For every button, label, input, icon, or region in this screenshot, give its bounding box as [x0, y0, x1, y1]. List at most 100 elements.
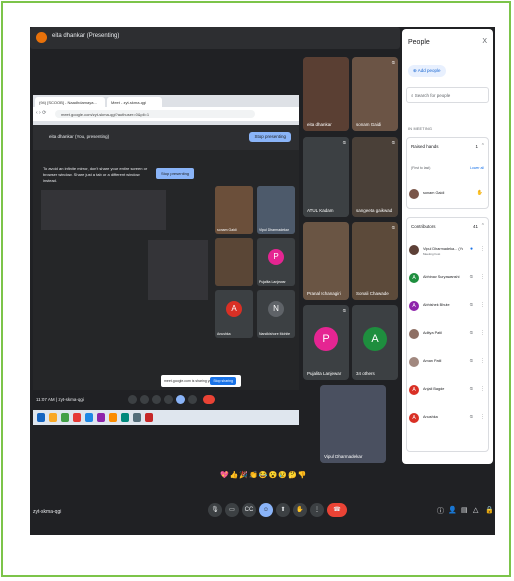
browser-tab-2[interactable]: Meet - zyt-skma-qgi	[107, 97, 162, 107]
inner-tile	[215, 238, 253, 286]
captions-icon[interactable]: CC	[242, 503, 256, 517]
mic-off-icon: ⦸	[469, 386, 473, 392]
inner-end-call-icon	[203, 395, 215, 404]
inner-tile: N Nandkishore Mohite	[257, 290, 295, 338]
more-options-icon[interactable]: ⋮	[480, 246, 485, 252]
chevron-up-icon[interactable]: ⌃	[481, 143, 485, 149]
presenter-bar: eita dhankar (Presenting)	[30, 27, 400, 49]
self-video-tile[interactable]: Vipul Dharmadekar	[320, 385, 386, 463]
inner-tile: A Anushka	[215, 290, 253, 338]
audio-icon: ●	[469, 246, 473, 252]
mic-off-icon: ⦸	[469, 358, 473, 364]
close-icon[interactable]: X	[482, 38, 487, 45]
participant-row[interactable]: Aman Patil ⦸ ⋮	[409, 356, 489, 370]
meeting-code: zyt-skma-qgi	[33, 509, 62, 515]
inner-emoji-icon	[164, 395, 173, 404]
mirror-ghost	[148, 240, 208, 300]
avatar	[409, 245, 419, 255]
inner-tile: P Pujalita Lanjewar	[257, 238, 295, 286]
lower-all-link[interactable]: Lower all	[470, 166, 484, 170]
mic-off-icon: ⦸	[391, 60, 395, 66]
more-options-icon[interactable]: ⋮	[480, 330, 485, 336]
more-options-icon[interactable]: ⋮	[480, 386, 485, 392]
participant-row[interactable]: Vipul Dharmadeka... (You) Meeting host ●…	[409, 244, 489, 258]
presenter-avatar	[36, 32, 47, 43]
hand-icon[interactable]: ✋	[477, 190, 483, 196]
raised-hands-group: Raised hands 1 ⌃ (First to last) Lower a…	[406, 137, 489, 209]
more-options-icon[interactable]: ⋮	[480, 302, 485, 308]
emoji-icon[interactable]: ☺	[259, 503, 273, 517]
mic-off-icon: ⦸	[391, 140, 395, 146]
chat-icon[interactable]: ▤	[461, 506, 468, 514]
shared-browser: (94) [SCOOB] - Naadhdamaya... Meet - zyt…	[33, 95, 299, 150]
contributors-label: Contributors	[411, 224, 436, 229]
more-options-icon[interactable]: ⋮	[480, 414, 485, 420]
activities-icon[interactable]: △	[473, 506, 478, 514]
more-options-icon[interactable]: ⋮	[480, 358, 485, 364]
video-tile[interactable]: ⦸ ATUL Kadam	[303, 137, 349, 217]
stop-presenting-button-2[interactable]: Stop presenting	[156, 168, 195, 179]
chevron-up-icon[interactable]: ⌃	[481, 223, 485, 229]
add-people-button[interactable]: ⊕ Add people	[408, 65, 446, 77]
mic-off-icon: ⦸	[342, 308, 346, 314]
google-meet-window: eita dhankar (Presenting) (94) [SCOOB] -…	[30, 27, 495, 535]
people-icon[interactable]: 👤	[448, 506, 457, 514]
raised-hand-row[interactable]: sonam Gaidi ✋	[409, 188, 489, 202]
video-tile[interactable]: ⦸ sonam Gaidi	[352, 57, 398, 131]
raised-hands-label: Raised hands	[411, 144, 439, 149]
end-call-icon[interactable]: ☎	[327, 503, 347, 517]
mirror-ghost	[41, 190, 166, 230]
raised-hands-count: 1	[475, 144, 478, 149]
lock-icon[interactable]: 🔒	[485, 506, 494, 514]
mic-off-icon: ⦸	[391, 225, 395, 231]
app-icon	[85, 413, 93, 422]
raise-hand-icon[interactable]: ✋	[293, 503, 307, 517]
app-icon	[145, 413, 153, 422]
more-options-icon[interactable]: ⋮	[310, 503, 324, 517]
video-tile[interactable]: ⦸ sangeeta gaikwad	[352, 137, 398, 217]
participant-row[interactable]: Aditya Patil ⦸ ⋮	[409, 328, 489, 342]
app-icon	[97, 413, 105, 422]
mirror-warning: To avoid an infinite mirror, don't share…	[43, 166, 148, 183]
mic-off-icon: ⦸	[469, 302, 473, 308]
video-tile[interactable]: eita dhankar	[303, 57, 349, 131]
stop-presenting-button[interactable]: Stop presenting	[249, 132, 291, 142]
inner-camera-icon	[140, 395, 149, 404]
avatar: A	[409, 273, 419, 283]
people-search-input[interactable]: ⌕ Search for people	[406, 87, 489, 103]
camera-icon[interactable]: ▭	[225, 503, 239, 517]
inner-captions-icon	[152, 395, 161, 404]
participant-row[interactable]: A Anushka ⦸ ⋮	[409, 412, 489, 426]
participant-row[interactable]: A Anjali Bagde ⦸ ⋮	[409, 384, 489, 398]
mirrored-meet: To avoid an infinite mirror, don't share…	[33, 150, 299, 412]
panel-title: People	[408, 39, 430, 46]
inner-present-icon	[176, 395, 185, 404]
browser-tab-1[interactable]: (94) [SCOOB] - Naadhdamaya...	[35, 97, 105, 107]
app-icon	[121, 413, 129, 422]
video-tile[interactable]: ⦸ Sonali Chawade	[352, 222, 398, 300]
info-icon[interactable]: ⓘ	[437, 506, 444, 516]
avatar	[409, 329, 419, 339]
windows-taskbar	[33, 410, 299, 425]
inner-tile: sonam Gaidi	[215, 186, 253, 234]
stop-sharing-button[interactable]: Stop sharing	[210, 377, 236, 385]
nav-arrows-icon[interactable]: ‹ › ⟳	[36, 110, 46, 116]
inner-hand-icon	[188, 395, 197, 404]
presenting-bar: eita dhankar (You, presenting) Stop pres…	[33, 125, 299, 150]
present-icon[interactable]: ⬆	[276, 503, 290, 517]
address-row: ‹ › ⟳ meet.google.com/zyt-skma-qgi?authu…	[33, 107, 299, 121]
more-options-icon[interactable]: ⋮	[480, 274, 485, 280]
contributors-group: Contributors 41 ⌃ Vipul Dharmadeka... (Y…	[406, 217, 489, 452]
mic-icon[interactable]: 🎙	[208, 503, 222, 517]
others-tile[interactable]: A 34 others	[352, 305, 398, 380]
reaction-bar[interactable]: 💖👍🎉👏😂😮😢🤔👎	[220, 471, 307, 479]
mic-off-icon: ⦸	[469, 414, 473, 420]
video-tile[interactable]: Pranal Ichanagiri	[303, 222, 349, 300]
mic-off-icon: ⦸	[469, 330, 473, 336]
video-tile[interactable]: P ⦸ Pujalita Lanjewar	[303, 305, 349, 380]
participant-row[interactable]: A Abhishek Bhute ⦸ ⋮	[409, 300, 489, 314]
address-bar[interactable]: meet.google.com/zyt-skma-qgi?authuser=0&…	[55, 110, 255, 118]
participant-row[interactable]: A Abhinav Suryawanshi ⦸ ⋮	[409, 272, 489, 286]
presenter-title: eita dhankar (Presenting)	[52, 33, 120, 39]
people-panel: People X ⊕ Add people ⌕ Search for peopl…	[402, 29, 493, 464]
